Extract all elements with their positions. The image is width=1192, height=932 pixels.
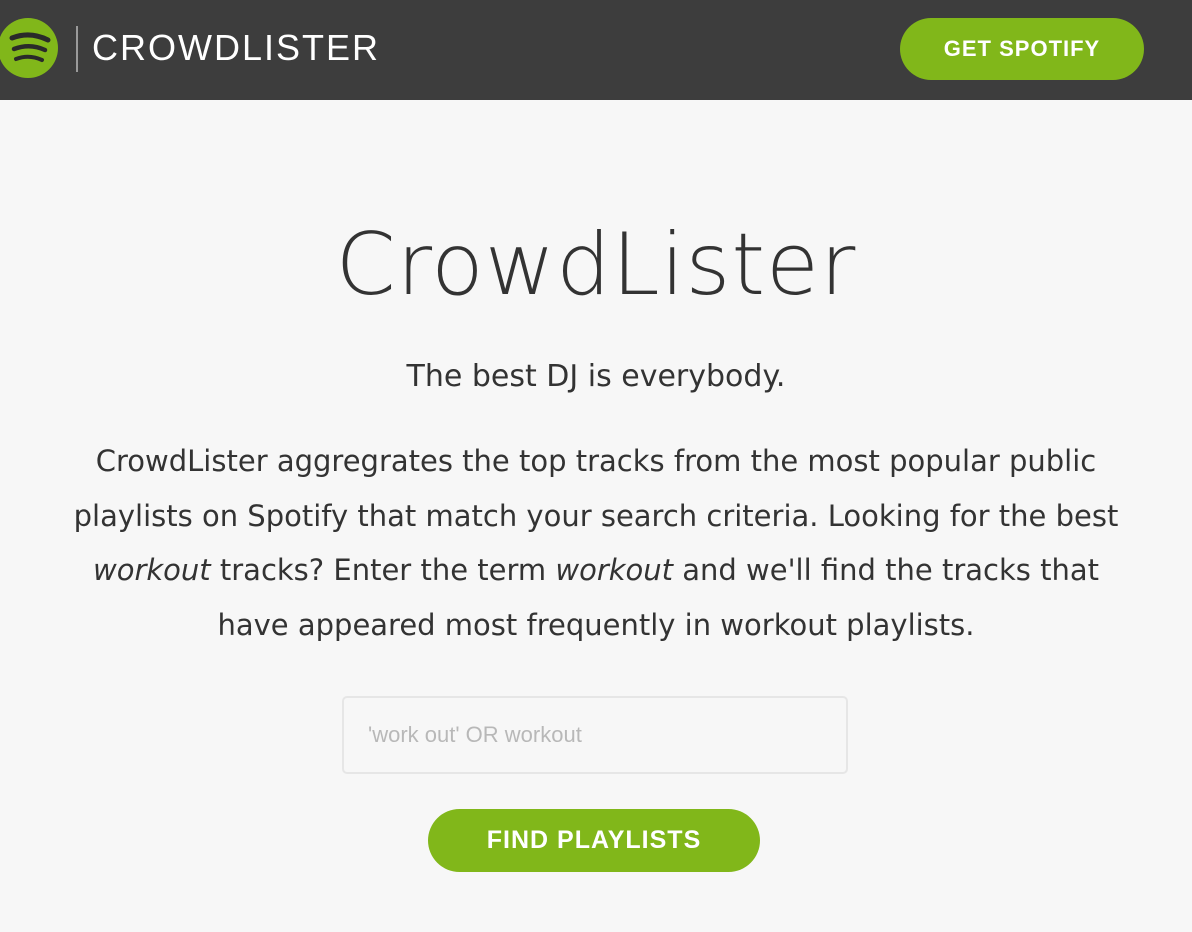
search-input[interactable] xyxy=(342,696,848,774)
description-paragraph: CrowdLister aggregrates the top tracks f… xyxy=(60,434,1132,652)
description-emphasis: workout xyxy=(92,553,211,587)
top-navigation-bar: CROWDLISTER GET SPOTIFY xyxy=(0,0,1192,100)
description-emphasis: workout xyxy=(555,553,674,587)
tagline: The best DJ is everybody. xyxy=(406,359,786,394)
brand-name[interactable]: CROWDLISTER xyxy=(92,28,380,68)
brand-divider xyxy=(76,26,78,72)
page-title: CrowdLister xyxy=(335,215,857,315)
find-playlists-button[interactable]: FIND PLAYLISTS xyxy=(428,809,760,872)
description-text: tracks? Enter the term xyxy=(210,553,556,587)
get-spotify-button[interactable]: GET SPOTIFY xyxy=(900,18,1144,80)
description-text: CrowdLister aggregrates the top tracks f… xyxy=(73,444,1119,533)
spotify-logo-icon[interactable] xyxy=(0,18,60,78)
